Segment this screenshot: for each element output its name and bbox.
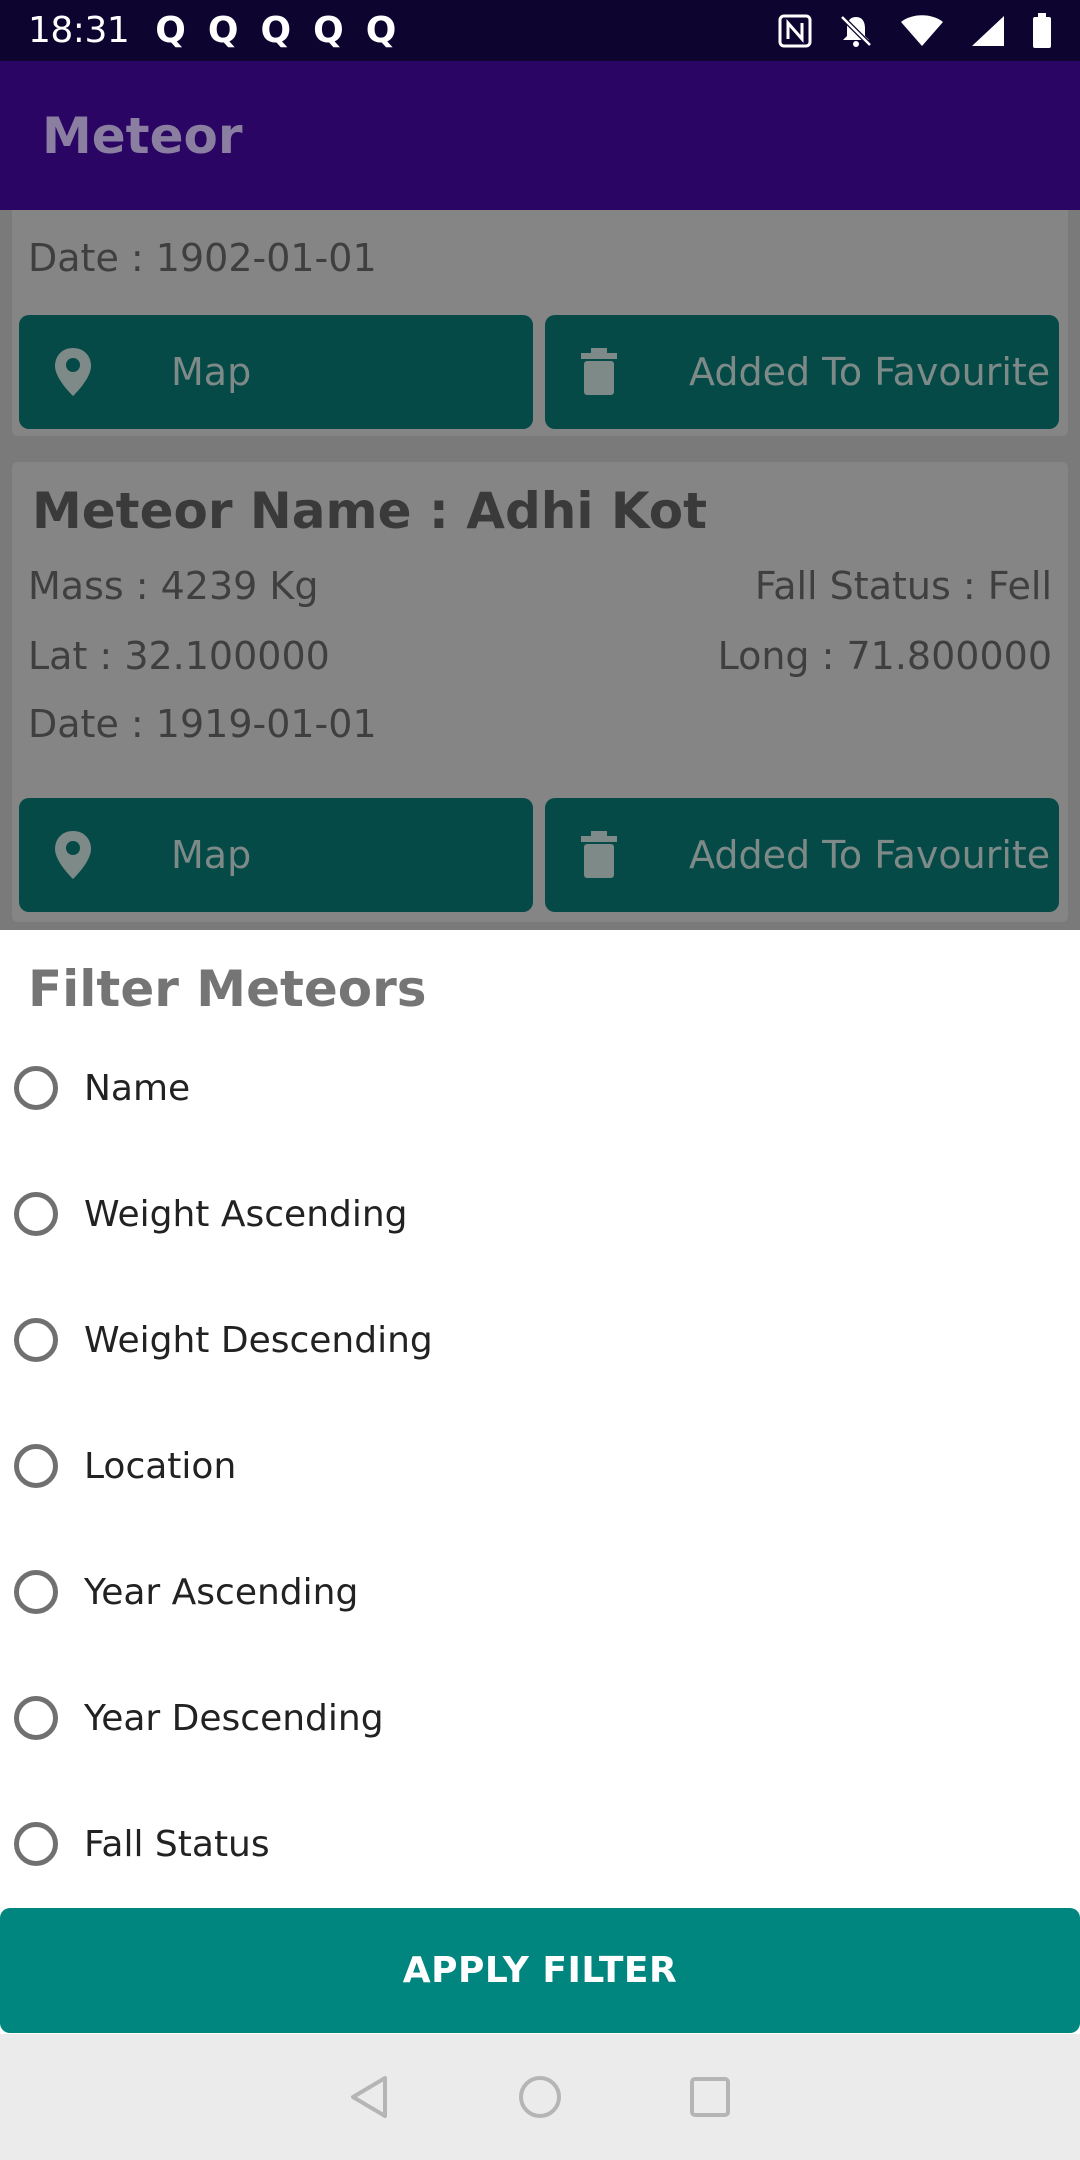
favourite-button[interactable]: Added To Favourite: [545, 315, 1059, 429]
status-time: 18:31: [28, 10, 130, 51]
back-icon[interactable]: [345, 2072, 395, 2122]
meteor-mass: Mass : 4239 Kg: [28, 564, 319, 608]
recents-icon[interactable]: [685, 2072, 735, 2122]
filter-option-label: Name: [84, 1067, 191, 1109]
map-button[interactable]: Map: [19, 798, 533, 912]
meteor-long: Long : 71.800000: [717, 634, 1052, 678]
mute-icon: [840, 14, 872, 47]
radio-button[interactable]: [14, 1822, 58, 1866]
map-button-label: Map: [171, 350, 252, 394]
status-icons: [778, 12, 1052, 49]
filter-option-label: Year Ascending: [84, 1571, 359, 1613]
navigation-bar: [0, 2034, 1080, 2160]
radio-button[interactable]: [14, 1318, 58, 1362]
notification-icon: Q: [260, 10, 292, 51]
map-button[interactable]: Map: [19, 315, 533, 429]
meteor-card: Meteor Name : Adhi Kot Mass : 4239 Kg Fa…: [12, 462, 1068, 922]
radio-button[interactable]: [14, 1570, 58, 1614]
favourite-button-label: Added To Favourite: [689, 350, 1051, 394]
map-button-label: Map: [171, 833, 252, 877]
meteor-date: Date : 1919-01-01: [28, 702, 377, 746]
filter-option-label: Year Descending: [84, 1697, 384, 1739]
filter-option-label: Location: [84, 1445, 237, 1487]
battery-icon: [1033, 12, 1051, 48]
favourite-button-label: Added To Favourite: [689, 833, 1051, 877]
notification-icons: Q Q Q Q Q: [155, 10, 396, 51]
meteor-lat: Lat : 32.100000: [28, 634, 330, 678]
location-pin-icon: [55, 348, 91, 396]
notification-icon: Q: [207, 10, 239, 51]
radio-button[interactable]: [14, 1696, 58, 1740]
filter-title: Filter Meteors: [28, 960, 427, 1018]
apply-filter-button[interactable]: APPLY FILTER: [0, 1908, 1080, 2033]
notification-icon: Q: [155, 10, 186, 51]
filter-option-weight-descending[interactable]: Weight Descending: [14, 1300, 433, 1380]
meteor-fall-status: Fall Status : Fell: [754, 564, 1052, 608]
meteor-card: Date : 1902-01-01 Map Added To Favourite: [12, 210, 1068, 436]
filter-option-weight-ascending[interactable]: Weight Ascending: [14, 1174, 408, 1254]
status-bar: 18:31 Q Q Q Q Q: [0, 0, 1080, 61]
notification-icon: Q: [313, 10, 344, 51]
delete-icon: [581, 348, 617, 395]
location-pin-icon: [55, 831, 91, 879]
app-bar: Meteor: [0, 61, 1080, 210]
radio-button[interactable]: [14, 1192, 58, 1236]
filter-option-label: Weight Ascending: [84, 1193, 408, 1235]
filter-sheet: Filter Meteors Name Weight Ascending Wei…: [0, 930, 1080, 2034]
filter-option-year-descending[interactable]: Year Descending: [14, 1678, 384, 1758]
signal-icon: [972, 15, 1004, 46]
wifi-icon: [901, 14, 943, 46]
filter-option-label: Fall Status: [84, 1823, 270, 1865]
radio-button[interactable]: [14, 1066, 58, 1110]
meteor-name: Meteor Name : Adhi Kot: [32, 482, 708, 540]
filter-option-fall-status[interactable]: Fall Status: [14, 1804, 270, 1884]
filter-option-location[interactable]: Location: [14, 1426, 236, 1506]
meteor-list: Date : 1902-01-01 Map Added To Favourite…: [0, 210, 1080, 930]
filter-option-name[interactable]: Name: [14, 1048, 190, 1128]
apply-filter-label: APPLY FILTER: [402, 1950, 678, 1991]
notification-icon: Q: [365, 10, 397, 51]
radio-button[interactable]: [14, 1444, 58, 1488]
meteor-date: Date : 1902-01-01: [28, 236, 377, 280]
favourite-button[interactable]: Added To Favourite: [545, 798, 1059, 912]
app-title: Meteor: [42, 106, 243, 165]
filter-option-label: Weight Descending: [84, 1319, 433, 1361]
filter-option-year-ascending[interactable]: Year Ascending: [14, 1552, 358, 1632]
home-icon[interactable]: [515, 2072, 565, 2122]
nfc-icon: [778, 14, 812, 47]
delete-icon: [581, 831, 617, 878]
